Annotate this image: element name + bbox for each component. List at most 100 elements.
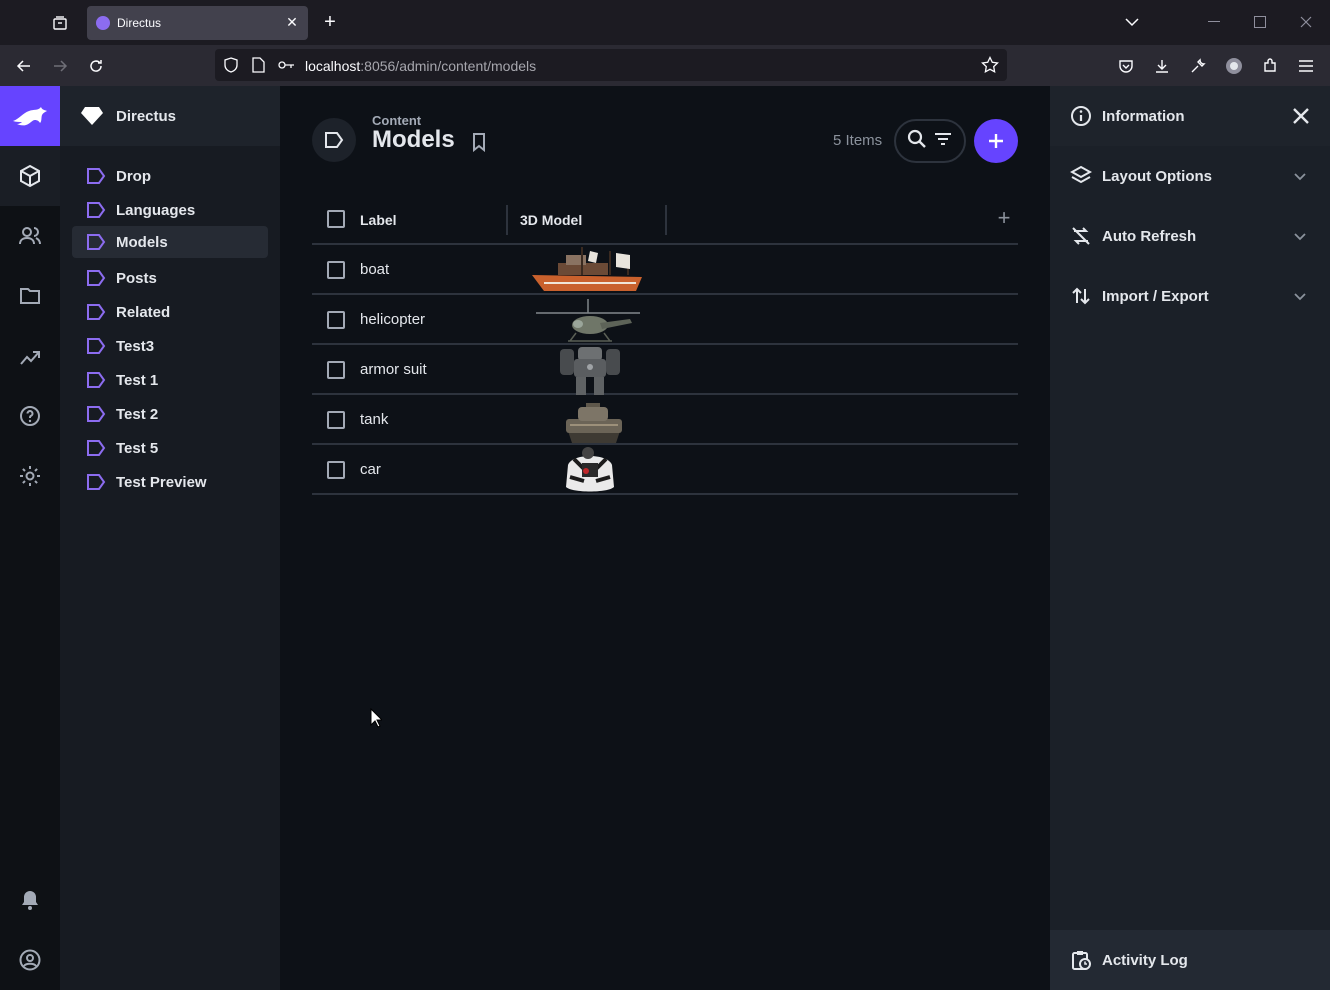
column-resize-handle[interactable] — [665, 205, 667, 235]
label-icon — [87, 474, 106, 490]
select-all-checkbox[interactable] — [327, 210, 345, 228]
module-bar — [0, 86, 60, 990]
chevron-down-icon — [1294, 293, 1306, 301]
notifications-bell-icon[interactable] — [0, 870, 60, 930]
row-checkbox[interactable] — [327, 411, 345, 429]
forward-icon[interactable] — [48, 54, 72, 78]
clipboard-clock-icon — [1072, 951, 1091, 970]
help-module-icon[interactable] — [0, 386, 60, 446]
url-path: :8056/admin/content/models — [360, 58, 537, 74]
sidebar-import-export[interactable]: Import / Export — [1050, 266, 1330, 326]
sidebar-auto-refresh[interactable]: Auto Refresh — [1050, 206, 1330, 266]
label-icon — [87, 338, 106, 354]
tab-close-icon[interactable]: ✕ — [284, 14, 300, 30]
browser-tab[interactable]: Directus ✕ — [87, 6, 308, 40]
downloads-icon[interactable] — [1150, 54, 1174, 78]
label-icon — [87, 406, 106, 422]
nav-item-label: Languages — [116, 202, 196, 219]
shield-icon[interactable] — [223, 57, 239, 78]
project-diamond-icon — [80, 106, 104, 126]
nav-item-test-1[interactable]: Test 1 — [72, 364, 268, 396]
url-bar[interactable]: localhost:8056/admin/content/models — [215, 49, 1007, 81]
page-title: Models — [372, 126, 455, 153]
tab-list-icon[interactable] — [48, 11, 72, 35]
table-row[interactable]: tank — [312, 395, 1018, 445]
row-label: tank — [360, 411, 389, 428]
table-row[interactable]: boat — [312, 245, 1018, 295]
minimize-icon[interactable] — [1204, 12, 1224, 32]
close-icon[interactable] — [1290, 105, 1312, 127]
nav-item-label: Drop — [116, 168, 151, 185]
sidebar-information[interactable]: Information — [1050, 86, 1330, 146]
nav-item-languages[interactable]: Languages — [72, 194, 268, 226]
nav-item-test-2[interactable]: Test 2 — [72, 398, 268, 430]
back-icon[interactable] — [12, 54, 36, 78]
sidebar-panel: Information Layout Options Auto Refresh … — [1050, 86, 1330, 990]
sidebar-activity-log[interactable]: Activity Log — [1050, 930, 1330, 990]
search-filter-group — [894, 119, 966, 163]
items-count: 5 Items — [833, 132, 883, 149]
maximize-icon[interactable] — [1250, 12, 1270, 32]
nav-item-test3[interactable]: Test3 — [72, 330, 268, 362]
wrench-icon[interactable] — [1186, 54, 1210, 78]
bookmark-icon[interactable] — [470, 132, 488, 153]
project-header[interactable]: Directus — [60, 86, 280, 146]
profile-icon[interactable] — [1222, 54, 1246, 78]
extensions-icon[interactable] — [1258, 54, 1282, 78]
sidebar-auto-refresh-label: Auto Refresh — [1102, 228, 1197, 245]
plus-icon — [989, 134, 1003, 148]
menu-icon[interactable] — [1294, 54, 1318, 78]
tank-model-thumbnail — [566, 403, 622, 443]
users-module-icon[interactable] — [0, 206, 60, 266]
nav-item-posts[interactable]: Posts — [72, 262, 268, 294]
nav-item-models[interactable]: Models — [72, 226, 268, 258]
column-resize-handle[interactable] — [506, 205, 508, 235]
pocket-icon[interactable] — [1114, 54, 1138, 78]
table-row[interactable]: armor suit — [312, 345, 1018, 395]
reload-icon[interactable] — [84, 54, 108, 78]
insights-module-icon[interactable] — [0, 326, 60, 386]
bookmark-star-icon[interactable] — [981, 55, 999, 79]
new-tab-button[interactable]: + — [318, 11, 342, 35]
create-item-button[interactable] — [974, 119, 1018, 163]
sidebar-information-label: Information — [1102, 108, 1185, 125]
tab-overflow-icon[interactable] — [1122, 12, 1142, 32]
search-icon[interactable] — [907, 129, 927, 154]
nav-item-test-preview[interactable]: Test Preview — [72, 466, 268, 498]
nav-item-drop[interactable]: Drop — [72, 160, 268, 192]
page-icon[interactable] — [251, 57, 265, 78]
row-checkbox[interactable] — [327, 361, 345, 379]
info-icon — [1071, 106, 1091, 126]
column-header-3d-model[interactable]: 3D Model — [520, 212, 582, 228]
nav-item-label: Test Preview — [116, 474, 207, 491]
chevron-down-icon — [1294, 173, 1306, 181]
url-host: localhost — [305, 58, 361, 74]
collection-label-icon[interactable] — [312, 118, 356, 162]
column-header-label[interactable]: Label — [360, 212, 397, 228]
close-window-icon[interactable] — [1296, 12, 1316, 32]
filter-icon[interactable] — [933, 131, 953, 152]
sidebar-layout-options[interactable]: Layout Options — [1050, 146, 1330, 206]
layers-icon — [1070, 165, 1092, 184]
nav-item-test-5[interactable]: Test 5 — [72, 432, 268, 464]
permissions-icon[interactable] — [277, 57, 295, 78]
directus-logo[interactable] — [0, 86, 60, 146]
add-column-icon[interactable]: + — [994, 207, 1014, 229]
files-module-icon[interactable] — [0, 266, 60, 326]
label-icon — [87, 202, 106, 218]
sidebar-import-export-label: Import / Export — [1102, 288, 1209, 305]
row-checkbox[interactable] — [327, 461, 345, 479]
row-checkbox[interactable] — [327, 311, 345, 329]
settings-module-icon[interactable] — [0, 446, 60, 506]
nav-item-related[interactable]: Related — [72, 296, 268, 328]
user-avatar-icon[interactable] — [0, 930, 60, 990]
mouse-cursor-icon — [370, 708, 382, 728]
table-row[interactable]: helicopter — [312, 295, 1018, 345]
table-row[interactable]: car — [312, 445, 1018, 495]
import-export-icon — [1072, 287, 1090, 305]
row-checkbox[interactable] — [327, 261, 345, 279]
content-module-icon[interactable] — [0, 146, 60, 206]
row-label: armor suit — [360, 361, 427, 378]
label-icon — [87, 372, 106, 388]
armor-suit-model-thumbnail — [560, 347, 620, 395]
